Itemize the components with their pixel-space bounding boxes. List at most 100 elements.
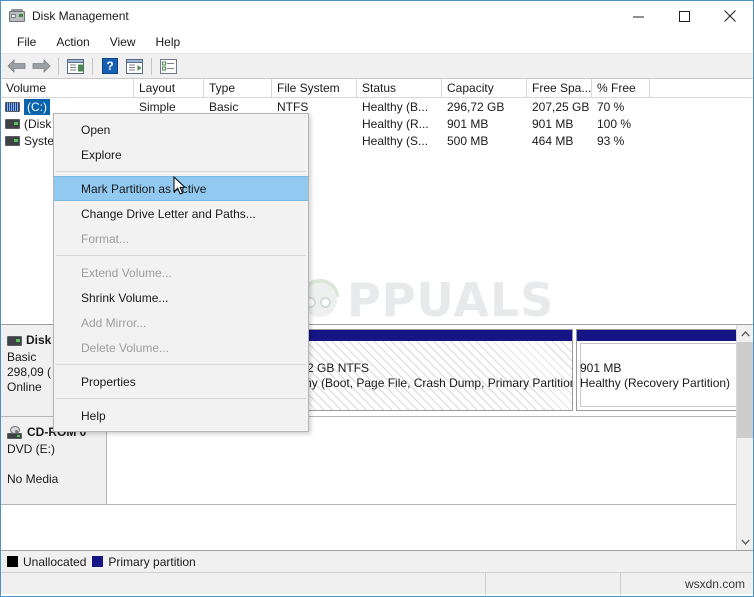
cell-type: Basic bbox=[209, 99, 239, 114]
column-header-free-space[interactable]: Free Spa... bbox=[527, 79, 592, 97]
context-menu-separator bbox=[56, 364, 306, 365]
column-header-capacity[interactable]: Capacity bbox=[442, 79, 527, 97]
partition-c-drive[interactable]: 296,72 GB NTFS Healthy (Boot, Page File,… bbox=[273, 329, 573, 411]
disk-management-window: Disk Management File Action View Help ? … bbox=[0, 0, 754, 597]
console-tree-icon[interactable] bbox=[64, 55, 87, 77]
scrollbar-track[interactable] bbox=[736, 342, 753, 533]
status-bar: wsxdn.com bbox=[1, 572, 753, 595]
volume-name: (C:) bbox=[24, 98, 50, 115]
cell-free-space: 207,25 GB bbox=[532, 99, 590, 114]
volume-name: (Disk bbox=[24, 116, 52, 131]
column-header-volume[interactable]: Volume bbox=[1, 79, 134, 97]
context-menu-item-mark-partition-as-active[interactable]: Mark Partition as Active bbox=[54, 176, 308, 201]
graphical-view-scrollbar[interactable] bbox=[736, 325, 753, 550]
menu-item-action[interactable]: Action bbox=[46, 33, 99, 51]
disk-status: No Media bbox=[7, 472, 59, 486]
partition-size-label: 296,72 GB NTFS bbox=[277, 361, 370, 375]
scrollbar-thumb[interactable] bbox=[736, 342, 753, 438]
legend-swatch-unallocated bbox=[7, 556, 18, 567]
toolbar-separator bbox=[58, 57, 59, 75]
column-header-percent-free[interactable]: % Free bbox=[592, 79, 650, 97]
cell-layout: Simple bbox=[139, 99, 176, 114]
svg-text:?: ? bbox=[106, 59, 113, 73]
maximize-button[interactable] bbox=[661, 1, 707, 31]
column-header-layout[interactable]: Layout bbox=[134, 79, 204, 97]
window-controls bbox=[615, 1, 753, 31]
menu-item-file[interactable]: File bbox=[7, 33, 46, 51]
legend-label-unallocated: Unallocated bbox=[23, 554, 87, 569]
context-menu-item-delete-volume: Delete Volume... bbox=[81, 340, 170, 355]
partition-status-label: Healthy (Recovery Partition) bbox=[580, 376, 731, 390]
action-pane-icon[interactable] bbox=[123, 55, 146, 77]
partition-size-label: 901 MB bbox=[580, 361, 622, 375]
cell-capacity: 296,72 GB bbox=[447, 99, 505, 114]
context-menu-item-change-drive-letter-and-paths[interactable]: Change Drive Letter and Paths... bbox=[54, 201, 308, 226]
context-menu-item-open[interactable]: Open bbox=[54, 117, 308, 142]
volume-list-header: Volume Layout Type File System Status Ca… bbox=[1, 79, 753, 98]
minimize-button[interactable] bbox=[615, 1, 661, 31]
cd-rom-icon bbox=[7, 426, 23, 439]
scroll-up-arrow-icon[interactable] bbox=[737, 325, 754, 342]
scroll-down-arrow-icon[interactable] bbox=[737, 533, 754, 550]
legend-primary-partition: Primary partition bbox=[92, 554, 196, 569]
column-header-type[interactable]: Type bbox=[204, 79, 272, 97]
disk-drive-icon bbox=[9, 8, 25, 24]
menu-item-help[interactable]: Help bbox=[146, 33, 191, 51]
striped-volume-icon bbox=[5, 101, 20, 112]
menu-item-view[interactable]: View bbox=[100, 33, 146, 51]
cell-percent-free: 70 % bbox=[597, 99, 625, 114]
properties-checklist-icon[interactable] bbox=[157, 55, 180, 77]
legend-label-primary-partition: Primary partition bbox=[108, 554, 196, 569]
status-segment-left bbox=[1, 572, 486, 595]
cell-free-space: 901 MB bbox=[532, 116, 574, 131]
toolbar: ? bbox=[1, 54, 753, 79]
cell-status: Healthy (R... bbox=[362, 116, 429, 131]
cell-percent-free: 100 % bbox=[597, 116, 632, 131]
window-title: Disk Management bbox=[32, 9, 129, 23]
context-menu-item-explore[interactable]: Explore bbox=[54, 142, 308, 167]
forward-button[interactable] bbox=[30, 55, 53, 77]
partition-status-label: Healthy (Boot, Page File, Crash Dump, Pr… bbox=[277, 376, 573, 390]
graphical-view-empty-space bbox=[1, 505, 736, 550]
legend-unallocated: Unallocated bbox=[7, 555, 86, 569]
cell-capacity: 901 MB bbox=[447, 116, 489, 131]
title-bar: Disk Management bbox=[1, 1, 753, 31]
context-menu-item-properties[interactable]: Properties bbox=[54, 369, 308, 394]
column-header-file-system[interactable]: File System bbox=[272, 79, 357, 97]
context-menu-separator bbox=[56, 171, 306, 172]
status-segment-middle bbox=[486, 572, 621, 595]
menu-bar: File Action View Help bbox=[1, 31, 753, 54]
legend-swatch-primary-partition bbox=[92, 556, 104, 567]
cell-file-system: NTFS bbox=[277, 99, 309, 114]
legend-bar: Unallocated Primary partition bbox=[1, 550, 753, 572]
volume-name: Syste bbox=[24, 133, 55, 148]
volume-icon bbox=[5, 118, 20, 129]
back-button[interactable] bbox=[5, 55, 28, 77]
context-menu-item-help[interactable]: Help bbox=[54, 403, 308, 428]
context-menu-item-extend-volume: Extend Volume... bbox=[81, 265, 172, 280]
context-menu-separator bbox=[56, 398, 306, 399]
cell-percent-free: 93 % bbox=[597, 133, 625, 148]
toolbar-separator bbox=[151, 57, 152, 75]
status-segment-right: wsxdn.com bbox=[684, 576, 745, 591]
partition-recovery[interactable]: 901 MB Healthy (Recovery Partition) bbox=[576, 329, 736, 411]
context-menu-separator bbox=[56, 255, 306, 256]
cell-free-space: 464 MB bbox=[532, 133, 574, 148]
column-header-blank[interactable] bbox=[650, 79, 707, 97]
close-button[interactable] bbox=[707, 1, 753, 31]
context-menu-item-shrink-volume[interactable]: Shrink Volume... bbox=[54, 285, 308, 310]
partition-color-bar bbox=[274, 330, 572, 341]
toolbar-separator bbox=[92, 57, 93, 75]
context-menu-item-format: Format... bbox=[81, 231, 130, 246]
disk-drive-icon bbox=[7, 335, 22, 346]
cell-capacity: 500 MB bbox=[447, 133, 489, 148]
column-header-status[interactable]: Status bbox=[357, 79, 442, 97]
context-menu: Open Explore Mark Partition as Active Ch… bbox=[53, 113, 309, 432]
cell-status: Healthy (B... bbox=[362, 99, 429, 114]
partition-color-bar bbox=[577, 330, 736, 341]
question-mark-icon[interactable]: ? bbox=[98, 55, 121, 77]
disk-type: DVD (E:) bbox=[7, 442, 55, 456]
cell-status: Healthy (S... bbox=[362, 133, 429, 148]
context-menu-item-add-mirror: Add Mirror... bbox=[81, 315, 147, 330]
volume-icon bbox=[5, 135, 20, 146]
